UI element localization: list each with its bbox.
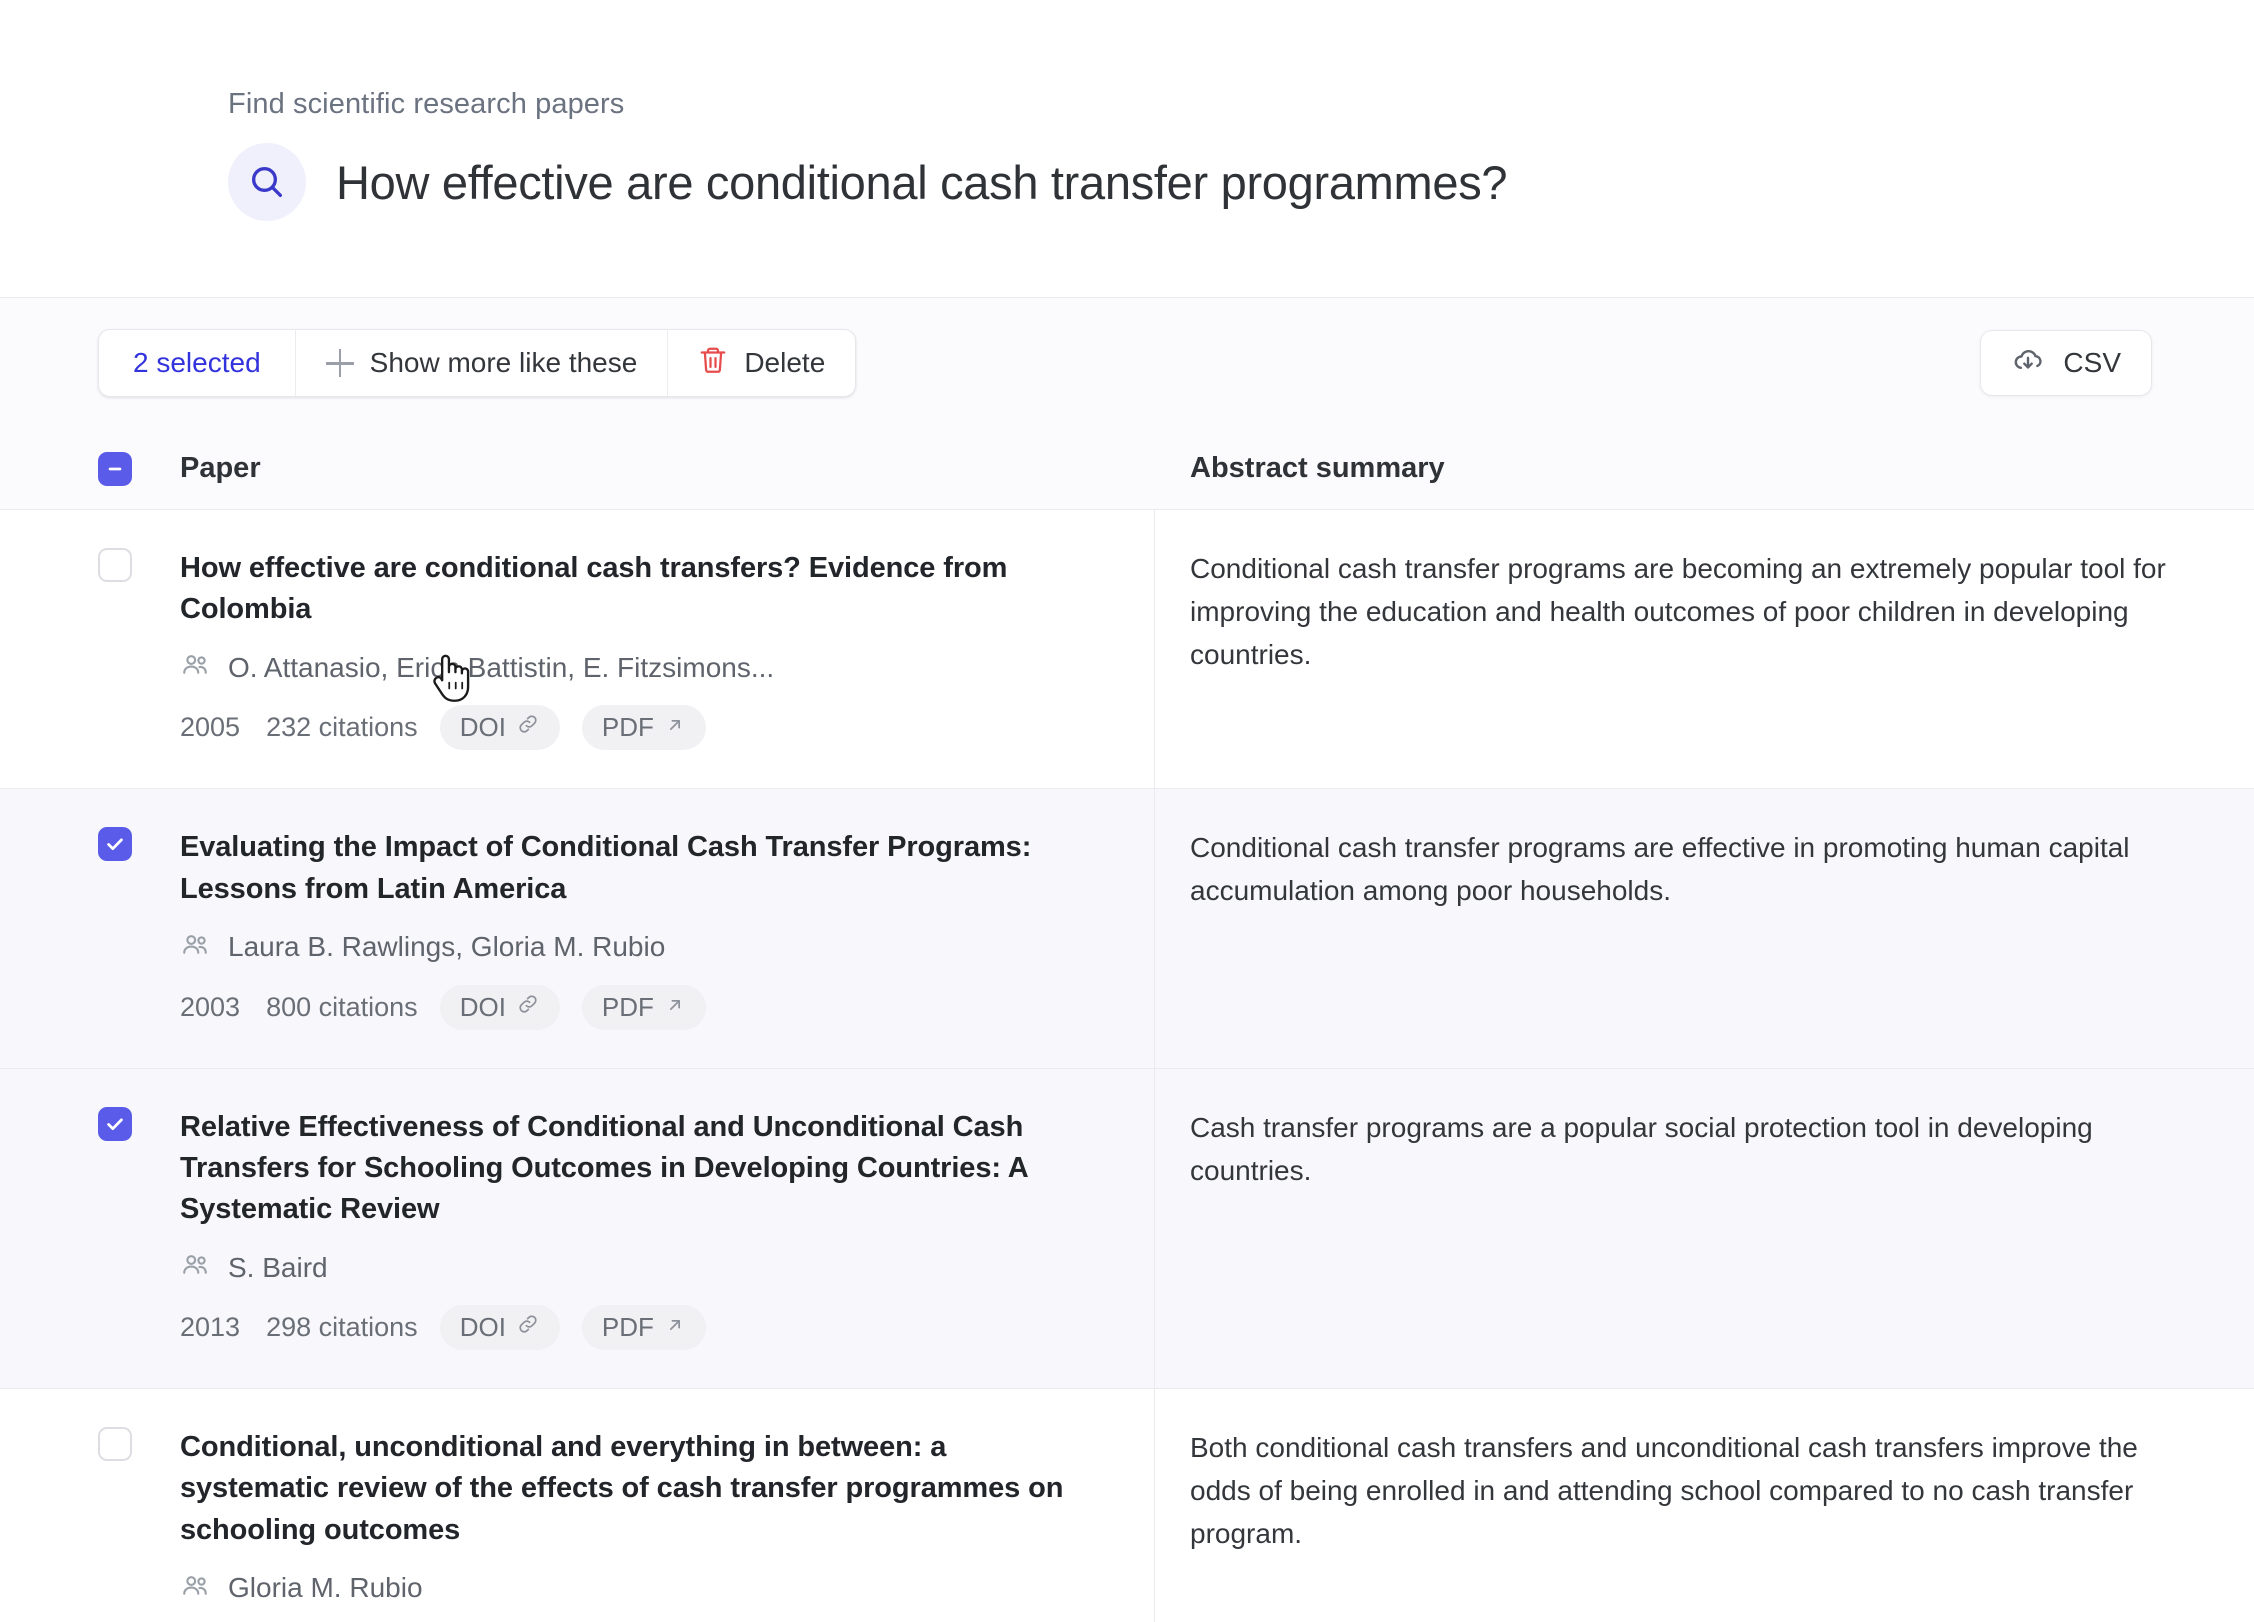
users-icon (180, 650, 210, 685)
table-toolbar: 2 selected Show more like these Delete C… (0, 298, 2254, 428)
doi-label: DOI (459, 712, 506, 743)
column-header-abstract: Abstract summary (1190, 452, 1445, 484)
abstract-summary: Cash transfer programs are a popular soc… (1190, 1111, 2093, 1186)
paper-title[interactable]: Relative Effectiveness of Conditional an… (180, 1107, 1094, 1231)
row-checkbox[interactable] (98, 827, 132, 862)
paper-meta: 2003 800 citations DOI PDF (180, 984, 1094, 1030)
pdf-chip[interactable]: PDF (581, 984, 706, 1030)
table-header-paper-cell: Paper (0, 451, 1155, 486)
paper-cell: Relative Effectiveness of Conditional an… (0, 1068, 1155, 1389)
paper-cell: How effective are conditional cash trans… (0, 510, 1155, 789)
abstract-cell: Conditional cash transfer programs are e… (1155, 789, 2254, 1067)
pdf-chip[interactable]: PDF (581, 1305, 706, 1351)
doi-chip[interactable]: DOI (439, 984, 560, 1030)
abstract-summary: Conditional cash transfer programs are b… (1190, 553, 2166, 670)
authors-text: Laura B. Rawlings, Gloria M. Rubio (228, 931, 666, 963)
table-row[interactable]: Conditional, unconditional and everythin… (0, 1389, 2254, 1622)
authors-text: Gloria M. Rubio (228, 1572, 423, 1604)
abstract-summary: Both conditional cash transfers and unco… (1190, 1432, 2138, 1549)
row-checkbox[interactable] (98, 1106, 132, 1141)
arrow-up-right-icon (664, 1312, 686, 1343)
abstract-cell: Both conditional cash transfers and unco… (1155, 1389, 2254, 1622)
query-row: How effective are conditional cash trans… (228, 143, 2254, 221)
bulk-action-group: 2 selected Show more like these Delete (98, 329, 857, 397)
paper-meta: 2005 232 citations DOI PDF (180, 705, 1094, 751)
page-eyebrow: Find scientific research papers (228, 88, 625, 120)
paper-details: Evaluating the Impact of Conditional Cas… (180, 827, 1094, 1030)
paper-title[interactable]: Conditional, unconditional and everythin… (180, 1427, 1094, 1551)
results-panel: 2 selected Show more like these Delete C… (0, 297, 2254, 1622)
doi-chip[interactable]: DOI (439, 1305, 560, 1351)
publication-year: 2005 (180, 712, 241, 743)
show-more-label: Show more like these (369, 347, 638, 378)
link-icon (516, 992, 540, 1023)
citation-count: 800 citations (266, 991, 418, 1022)
show-more-like-these-button[interactable]: Show more like these (296, 330, 669, 396)
pdf-label: PDF (601, 991, 654, 1022)
abstract-cell: Cash transfer programs are a popular soc… (1155, 1069, 2254, 1389)
doi-label: DOI (459, 1312, 506, 1343)
paper-details: How effective are conditional cash trans… (180, 548, 1094, 751)
plus-icon (325, 349, 354, 377)
delete-button[interactable]: Delete (668, 330, 855, 396)
users-icon (180, 1250, 210, 1285)
paper-meta: 2013 298 citations DOI PDF (180, 1305, 1094, 1351)
page-title: How effective are conditional cash trans… (336, 155, 1508, 209)
publication-year: 2003 (180, 991, 241, 1022)
trash-icon (698, 345, 728, 382)
pdf-label: PDF (601, 1312, 654, 1343)
search-icon (228, 143, 306, 221)
authors-line: O. Attanasio, Erich Battistin, E. Fitzsi… (180, 650, 1094, 685)
table-header-row: Paper Abstract summary (0, 428, 2254, 510)
abstract-summary: Conditional cash transfer programs are e… (1190, 832, 2130, 907)
delete-label: Delete (744, 347, 826, 378)
pdf-chip[interactable]: PDF (581, 705, 706, 751)
table-row[interactable]: How effective are conditional cash trans… (0, 510, 2254, 790)
authors-line: Laura B. Rawlings, Gloria M. Rubio (180, 930, 1094, 965)
page-header: Find scientific research papers How effe… (0, 0, 2254, 297)
table-row[interactable]: Evaluating the Impact of Conditional Cas… (0, 789, 2254, 1069)
doi-label: DOI (459, 991, 506, 1022)
publication-year: 2013 (180, 1312, 241, 1343)
row-checkbox[interactable] (98, 548, 132, 582)
paper-cell: Conditional, unconditional and everythin… (0, 1389, 1155, 1622)
arrow-up-right-icon (664, 992, 686, 1023)
arrow-up-right-icon (664, 712, 686, 743)
paper-cell: Evaluating the Impact of Conditional Cas… (0, 789, 1155, 1068)
authors-text: S. Baird (228, 1251, 328, 1283)
selected-count-button[interactable]: 2 selected (99, 330, 296, 396)
users-icon (180, 930, 210, 965)
column-header-paper: Paper (180, 452, 261, 484)
row-checkbox[interactable] (98, 1427, 132, 1462)
citation-count: 232 citations (266, 712, 418, 743)
cloud-download-icon (2011, 343, 2045, 384)
citation-count: 298 citations (266, 1312, 418, 1343)
link-icon (516, 1312, 540, 1343)
users-icon (180, 1571, 210, 1606)
table-body: How effective are conditional cash trans… (0, 510, 2254, 1622)
authors-line: S. Baird (180, 1250, 1094, 1285)
abstract-cell: Conditional cash transfer programs are b… (1155, 510, 2254, 788)
authors-text: O. Attanasio, Erich Battistin, E. Fitzsi… (228, 651, 775, 683)
authors-line: Gloria M. Rubio (180, 1571, 1094, 1606)
pdf-label: PDF (601, 712, 654, 743)
paper-details: Relative Effectiveness of Conditional an… (180, 1107, 1094, 1351)
select-all-checkbox[interactable] (98, 451, 132, 486)
paper-title[interactable]: How effective are conditional cash trans… (180, 548, 1094, 630)
papers-table: Paper Abstract summary How effective are… (0, 428, 2254, 1622)
paper-title[interactable]: Evaluating the Impact of Conditional Cas… (180, 827, 1094, 909)
doi-chip[interactable]: DOI (439, 705, 560, 751)
paper-details: Conditional, unconditional and everythin… (180, 1427, 1094, 1622)
link-icon (516, 712, 540, 743)
csv-label: CSV (2063, 347, 2121, 378)
export-csv-button[interactable]: CSV (1980, 330, 2152, 396)
selected-count-label: 2 selected (133, 347, 261, 378)
table-row[interactable]: Relative Effectiveness of Conditional an… (0, 1068, 2254, 1390)
